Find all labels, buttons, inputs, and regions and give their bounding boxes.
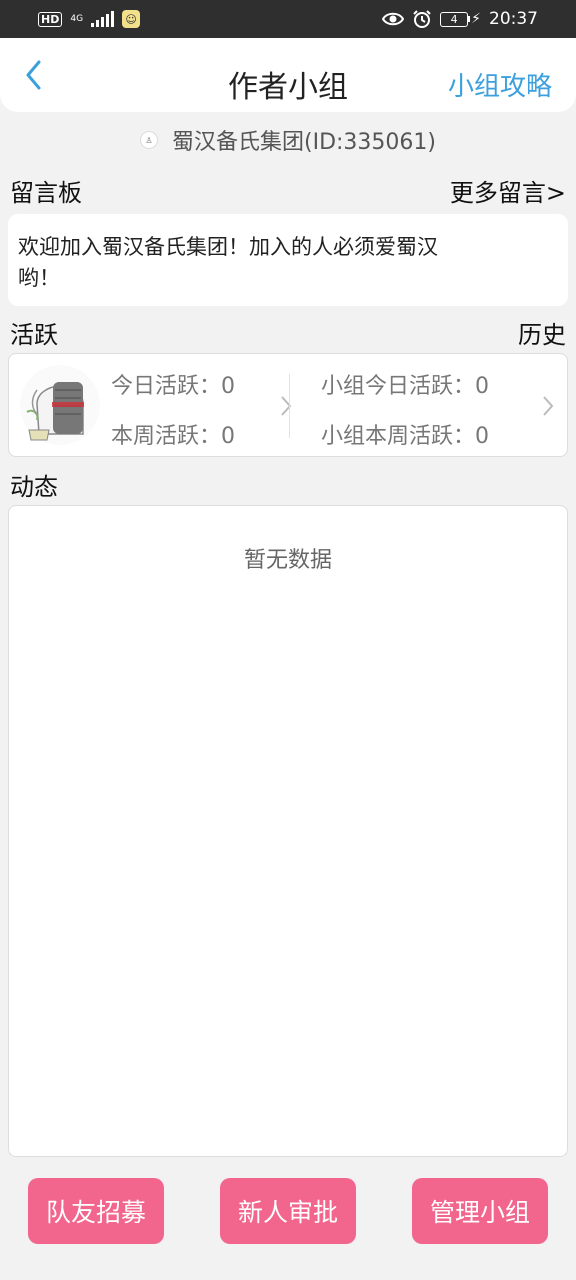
status-bar-right: 4 ⚡ 20:37 — [382, 9, 538, 29]
avatar[interactable] — [19, 364, 101, 446]
eye-icon — [382, 12, 405, 26]
avatar-illustration — [20, 365, 100, 445]
message-board-label: 留言板 — [10, 178, 82, 207]
battery-icon: 4 ⚡ — [440, 11, 481, 27]
activity-label: 活跃 — [10, 320, 58, 349]
group-today-activity: 小组今日活跃：0 — [321, 374, 489, 399]
network-type: 4G — [70, 13, 84, 24]
group-week-activity: 小组本周活跃：0 — [321, 424, 489, 449]
recruit-button[interactable]: 队友招募 — [28, 1178, 164, 1244]
divider — [289, 374, 290, 438]
group-name: 蜀汉备氏集团(ID:335061) — [172, 130, 436, 155]
clock: 20:37 — [489, 9, 538, 29]
more-messages-link[interactable]: 更多留言> — [450, 173, 566, 208]
manage-group-button[interactable]: 管理小组 — [412, 1178, 548, 1244]
history-link[interactable]: 历史 — [518, 315, 566, 350]
chevron-right-icon[interactable] — [541, 394, 555, 418]
app-notification-icon: ☺ — [122, 10, 141, 28]
feed-panel[interactable]: 暂无数据 — [8, 505, 568, 1157]
app-header: 作者小组 小组攻略 — [0, 38, 576, 112]
message-board-line-1: 欢迎加入蜀汉备氏集团！加入的人必须爱蜀汉 — [18, 235, 438, 259]
status-bar-left: HD 4G ☺ — [38, 10, 141, 28]
activity-card: 今日活跃：0 本周活跃：0 小组今日活跃：0 小组本周活跃：0 — [8, 353, 568, 457]
activity-header: 活跃 历史 — [10, 314, 566, 350]
message-board-header: 留言板 更多留言> — [10, 172, 566, 208]
week-activity: 本周活跃：0 — [111, 424, 235, 449]
feed-label: 动态 — [10, 472, 58, 501]
group-guide-link[interactable]: 小组攻略 — [448, 66, 552, 103]
empty-state-text: 暂无数据 — [243, 548, 332, 573]
chevron-right-icon[interactable] — [279, 394, 293, 418]
message-board[interactable]: 欢迎加入蜀汉备氏集团！加入的人必须爱蜀汉 哟！ — [8, 214, 568, 306]
approve-newcomers-button[interactable]: 新人审批 — [220, 1178, 356, 1244]
hd-icon: HD — [38, 11, 63, 27]
group-logo-icon: ♙ — [140, 131, 158, 149]
feed-header: 动态 — [10, 466, 566, 502]
signal-icon — [91, 11, 115, 27]
message-board-line-2: 哟！ — [18, 266, 60, 290]
charging-icon: ⚡ — [471, 11, 481, 27]
alarm-icon — [413, 10, 431, 28]
group-name-row: ♙ 蜀汉备氏集团(ID:335061) — [0, 118, 576, 162]
today-activity: 今日活跃：0 — [111, 374, 235, 399]
status-bar: HD 4G ☺ 4 ⚡ 20:37 — [0, 0, 576, 38]
